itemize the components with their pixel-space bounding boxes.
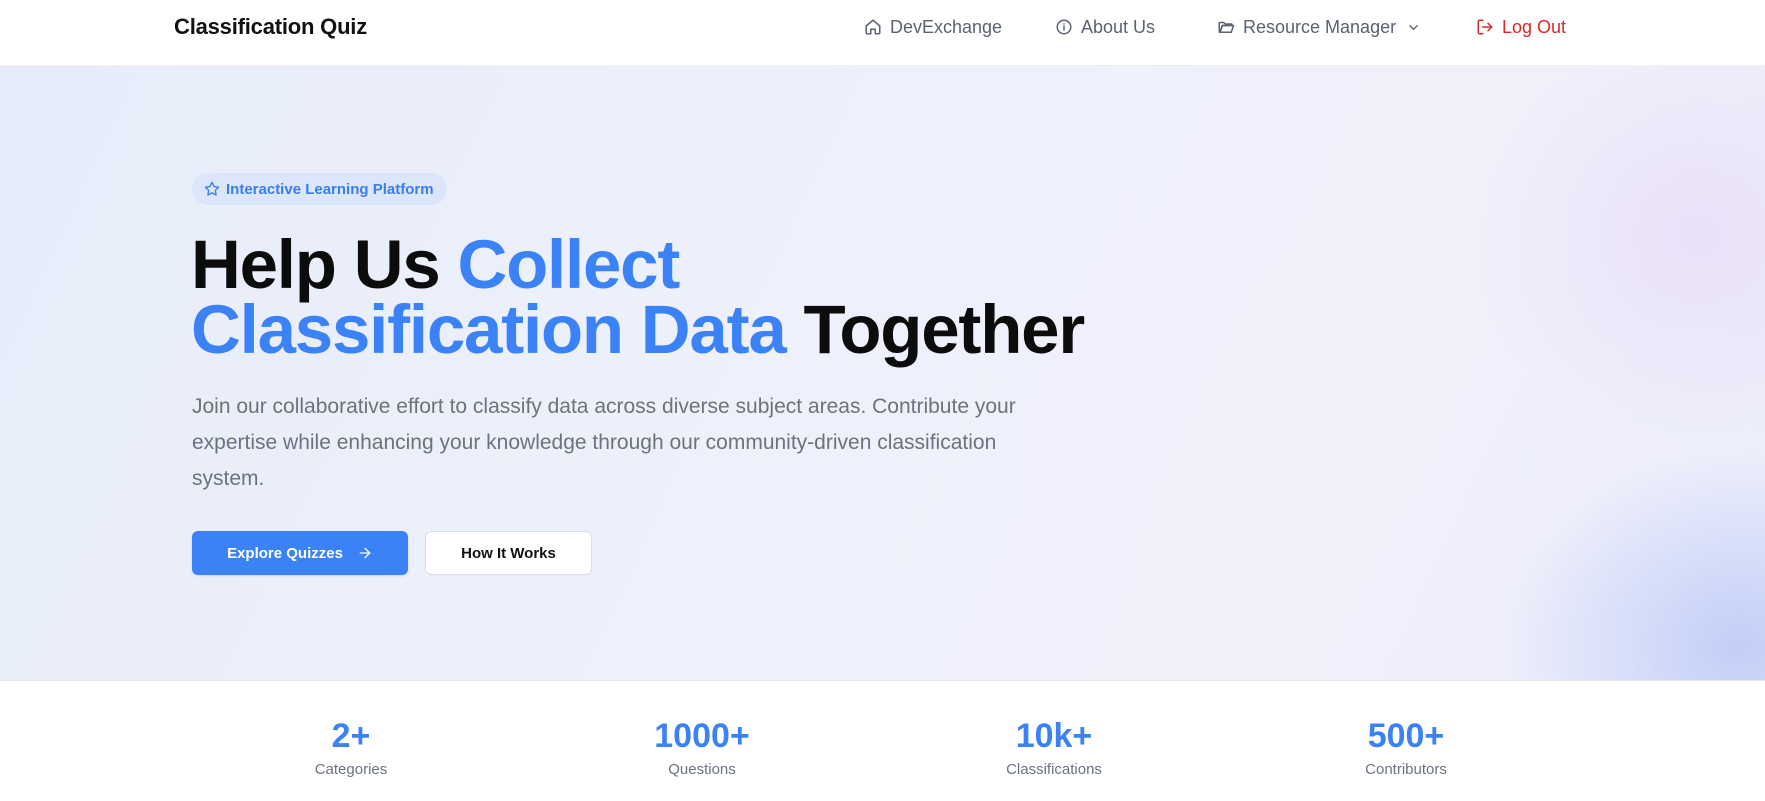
stat-categories: 2+ Categories — [231, 716, 471, 780]
star-icon — [204, 181, 220, 196]
hero-headline: Help Us Collect Classification Data Toget… — [191, 230, 1091, 364]
explore-quizzes-label: Explore Quizzes — [227, 544, 343, 562]
top-navbar: Classification Quiz DevExchange About Us… — [0, 0, 1765, 66]
nav-item-log-out[interactable]: Log Out — [1476, 15, 1566, 39]
nav-item-label: Resource Manager — [1243, 17, 1397, 37]
stat-label: Classifications — [1006, 761, 1102, 778]
nav-item-about-us[interactable]: About Us — [1055, 15, 1155, 39]
stat-value: 1000+ — [654, 717, 750, 755]
stat-classifications: 10k+ Classifications — [934, 716, 1174, 780]
nav-item-label: DevExchange — [890, 17, 1003, 37]
info-icon — [1056, 19, 1072, 35]
stat-value: 2+ — [331, 717, 371, 755]
home-icon — [865, 19, 881, 35]
explore-quizzes-button[interactable]: Explore Quizzes — [192, 531, 408, 575]
brand-title[interactable]: Classification Quiz — [174, 13, 367, 41]
stats-section: 2+ Categories 1000+ Questions 10k+ Class… — [0, 681, 1765, 801]
how-it-works-label: How It Works — [461, 544, 556, 562]
nav-item-label: About Us — [1081, 17, 1156, 37]
stat-label: Categories — [314, 761, 388, 778]
stat-questions: 1000+ Questions — [582, 716, 822, 780]
headline-highlight-2: Classification Data — [191, 291, 787, 368]
nav-item-resource-manager[interactable]: Resource Manager — [1217, 15, 1421, 39]
stat-value: 10k+ — [1015, 717, 1093, 755]
arrow-right-icon — [359, 547, 371, 559]
nav-item-label: Log Out — [1502, 17, 1567, 37]
nav-item-devexchange[interactable]: DevExchange — [864, 15, 1002, 39]
hero-badge: Interactive Learning Platform — [192, 173, 447, 205]
hero-badge-label: Interactive Learning Platform — [226, 180, 434, 198]
folder-icon — [1218, 21, 1235, 33]
logout-icon — [1477, 19, 1493, 35]
headline-part-2: Together — [785, 291, 1086, 368]
stat-value: 500+ — [1367, 717, 1445, 755]
stat-contributors: 500+ Contributors — [1286, 716, 1526, 780]
stat-label: Contributors — [1365, 761, 1447, 778]
how-it-works-button[interactable]: How It Works — [425, 531, 592, 575]
chevron-down-icon — [1409, 24, 1418, 30]
stat-label: Questions — [668, 761, 736, 778]
hero-description: Join our collaborative effort to classif… — [192, 395, 1016, 490]
hero-section: Interactive Learning Platform Help Us Co… — [0, 66, 1765, 681]
